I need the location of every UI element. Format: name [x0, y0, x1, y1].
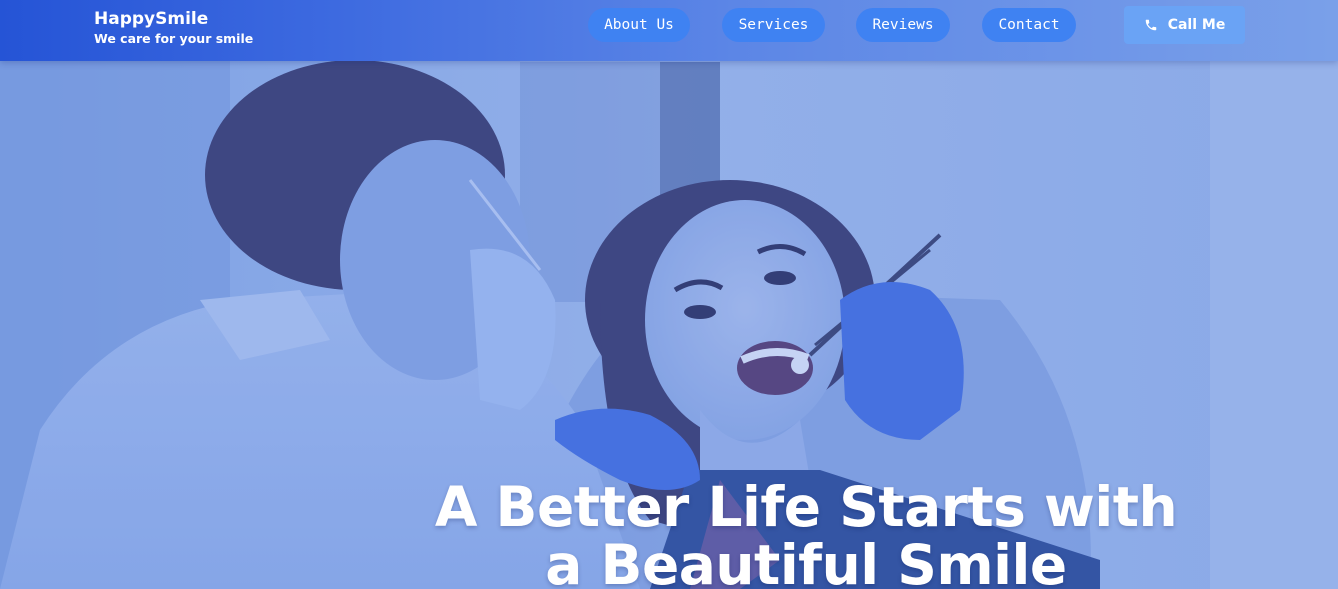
phone-icon	[1145, 19, 1156, 31]
hero-headline: A Better Life Starts with a Beautiful Sm…	[434, 475, 1178, 589]
nav-reviews[interactable]: Reviews	[856, 8, 950, 42]
brand[interactable]: HappySmile We care for your smile	[94, 8, 253, 48]
nav-contact[interactable]: Contact	[982, 8, 1076, 42]
call-me-button[interactable]: Call Me	[1124, 6, 1245, 44]
brand-tagline: We care for your smile	[94, 31, 254, 46]
nav-services[interactable]: Services	[722, 8, 825, 42]
brand-name: HappySmile	[94, 9, 209, 29]
call-me-label: Call Me	[1167, 17, 1226, 33]
nav-about-us[interactable]: About Us	[588, 8, 690, 42]
site-header: HappySmile We care for your smile About …	[0, 0, 1338, 61]
